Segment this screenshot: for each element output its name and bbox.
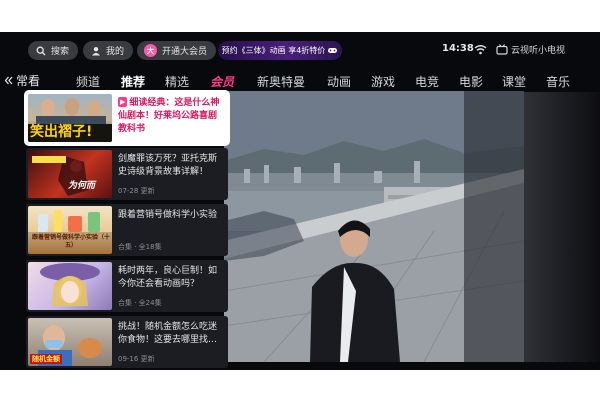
thumbnail: 随机金额 <box>28 318 112 366</box>
item-title: 跟着营销号做科学小实验 <box>118 210 218 220</box>
item-title: 挑战！随机金额怎么吃迷你食物！这要去哪里找… <box>118 322 218 345</box>
brand-name: 云视听小电视 <box>511 46 566 56</box>
search-label: 搜索 <box>51 47 70 57</box>
item-meta: 07-28 更新 <box>118 187 155 195</box>
tab-animation[interactable]: 动画 <box>327 73 351 90</box>
item-meta: 09-16 更新 <box>118 355 155 363</box>
double-chevron-left-icon <box>4 76 13 85</box>
item-meta: 合集 · 全18集 <box>118 243 162 251</box>
user-icon <box>90 45 101 56</box>
tab-esports[interactable]: 电竞 <box>415 73 439 90</box>
thumbnail: 跟着营销号做科学小实验（十五） <box>28 206 112 254</box>
tab-recommend-label: 推荐 <box>121 75 146 89</box>
tab-movies[interactable]: 电影 <box>459 73 483 90</box>
item-title: ▶ 细读经典：这是什么神仙剧本！好莱坞公路喜剧教科书 <box>118 97 220 134</box>
clock: 14:38 <box>442 43 474 54</box>
item-title: 剑魔罪该万死？亚托克斯史诗级背景故事详解！ <box>118 154 218 177</box>
tab-games[interactable]: 游戏 <box>371 73 395 90</box>
list-item[interactable]: 耗时两年，良心巨制！如今你还会看动画吗？ 合集 · 全24集 <box>26 260 228 312</box>
tab-ultraman[interactable]: 新奥特曼 <box>257 73 305 90</box>
top-bar: 搜索 我的 大 开通大会员 预约《三体》动画 享4折特价 14:38 云视听小电… <box>0 32 600 66</box>
promo-banner[interactable]: 预约《三体》动画 享4折特价 <box>218 41 342 60</box>
mine-button[interactable]: 我的 <box>83 41 134 60</box>
tv-screen: 搜索 我的 大 开通大会员 预约《三体》动画 享4折特价 14:38 云视听小电… <box>0 32 600 370</box>
thumbnail: 为何而 <box>28 150 112 198</box>
tab-frequent-label: 常看 <box>16 74 41 88</box>
search-button[interactable]: 搜索 <box>28 41 79 60</box>
list-item[interactable]: 跟着营销号做科学小实验（十五） 跟着营销号做科学小实验 合集 · 全18集 <box>26 204 228 256</box>
item-title: 耗时两年，良心巨制！如今你还会看动画吗？ <box>118 266 218 289</box>
thumbnail-art <box>40 263 100 306</box>
list-item[interactable]: 笑出褶子! ▶ 细读经典：这是什么神仙剧本！好莱坞公路喜剧教科书 <box>24 90 230 146</box>
thumbnail: 笑出褶子! <box>28 94 112 142</box>
tab-vip[interactable]: 会员 <box>210 73 234 90</box>
video-player[interactable] <box>224 91 524 362</box>
tab-featured[interactable]: 精选 <box>165 73 189 90</box>
video-frame <box>224 91 524 362</box>
tab-frequent[interactable]: 常看 <box>4 72 40 89</box>
tab-channel[interactable]: 频道 <box>76 73 100 90</box>
tab-recommend[interactable]: 推荐 <box>121 73 146 95</box>
tab-classroom[interactable]: 课堂 <box>502 73 526 90</box>
thumbnail-caption: 笑出褶子! <box>30 124 93 140</box>
wifi-icon <box>474 45 487 55</box>
brand: 云视听小电视 <box>496 43 565 56</box>
tv-icon <box>496 44 508 55</box>
game-controller-icon <box>327 45 338 56</box>
list-item[interactable]: 为何而 剑魔罪该万死？亚托克斯史诗级背景故事详解！ 07-28 更新 <box>26 148 228 200</box>
vip-label: 开通大会员 <box>162 47 208 57</box>
thumbnail-caption: 为何而 <box>68 181 96 191</box>
search-icon <box>35 45 46 56</box>
tab-music[interactable]: 音乐 <box>546 73 570 90</box>
mine-label: 我的 <box>106 47 125 57</box>
thumbnail-caption: 跟着营销号做科学小实验（十五） <box>32 234 111 249</box>
thumbnail <box>28 262 112 310</box>
vip-button[interactable]: 大 开通大会员 <box>137 41 217 60</box>
list-item[interactable]: 随机金额 挑战！随机金额怎么吃迷你食物！这要去哪里找… 09-16 更新 <box>26 316 228 368</box>
thumbnail-caption: 随机金额 <box>30 354 62 364</box>
vip-icon: 大 <box>144 44 157 57</box>
hot-icon: ▶ <box>118 97 128 107</box>
promo-text: 预约《三体》动画 享4折特价 <box>221 46 326 55</box>
item-meta: 合集 · 全24集 <box>118 299 162 307</box>
